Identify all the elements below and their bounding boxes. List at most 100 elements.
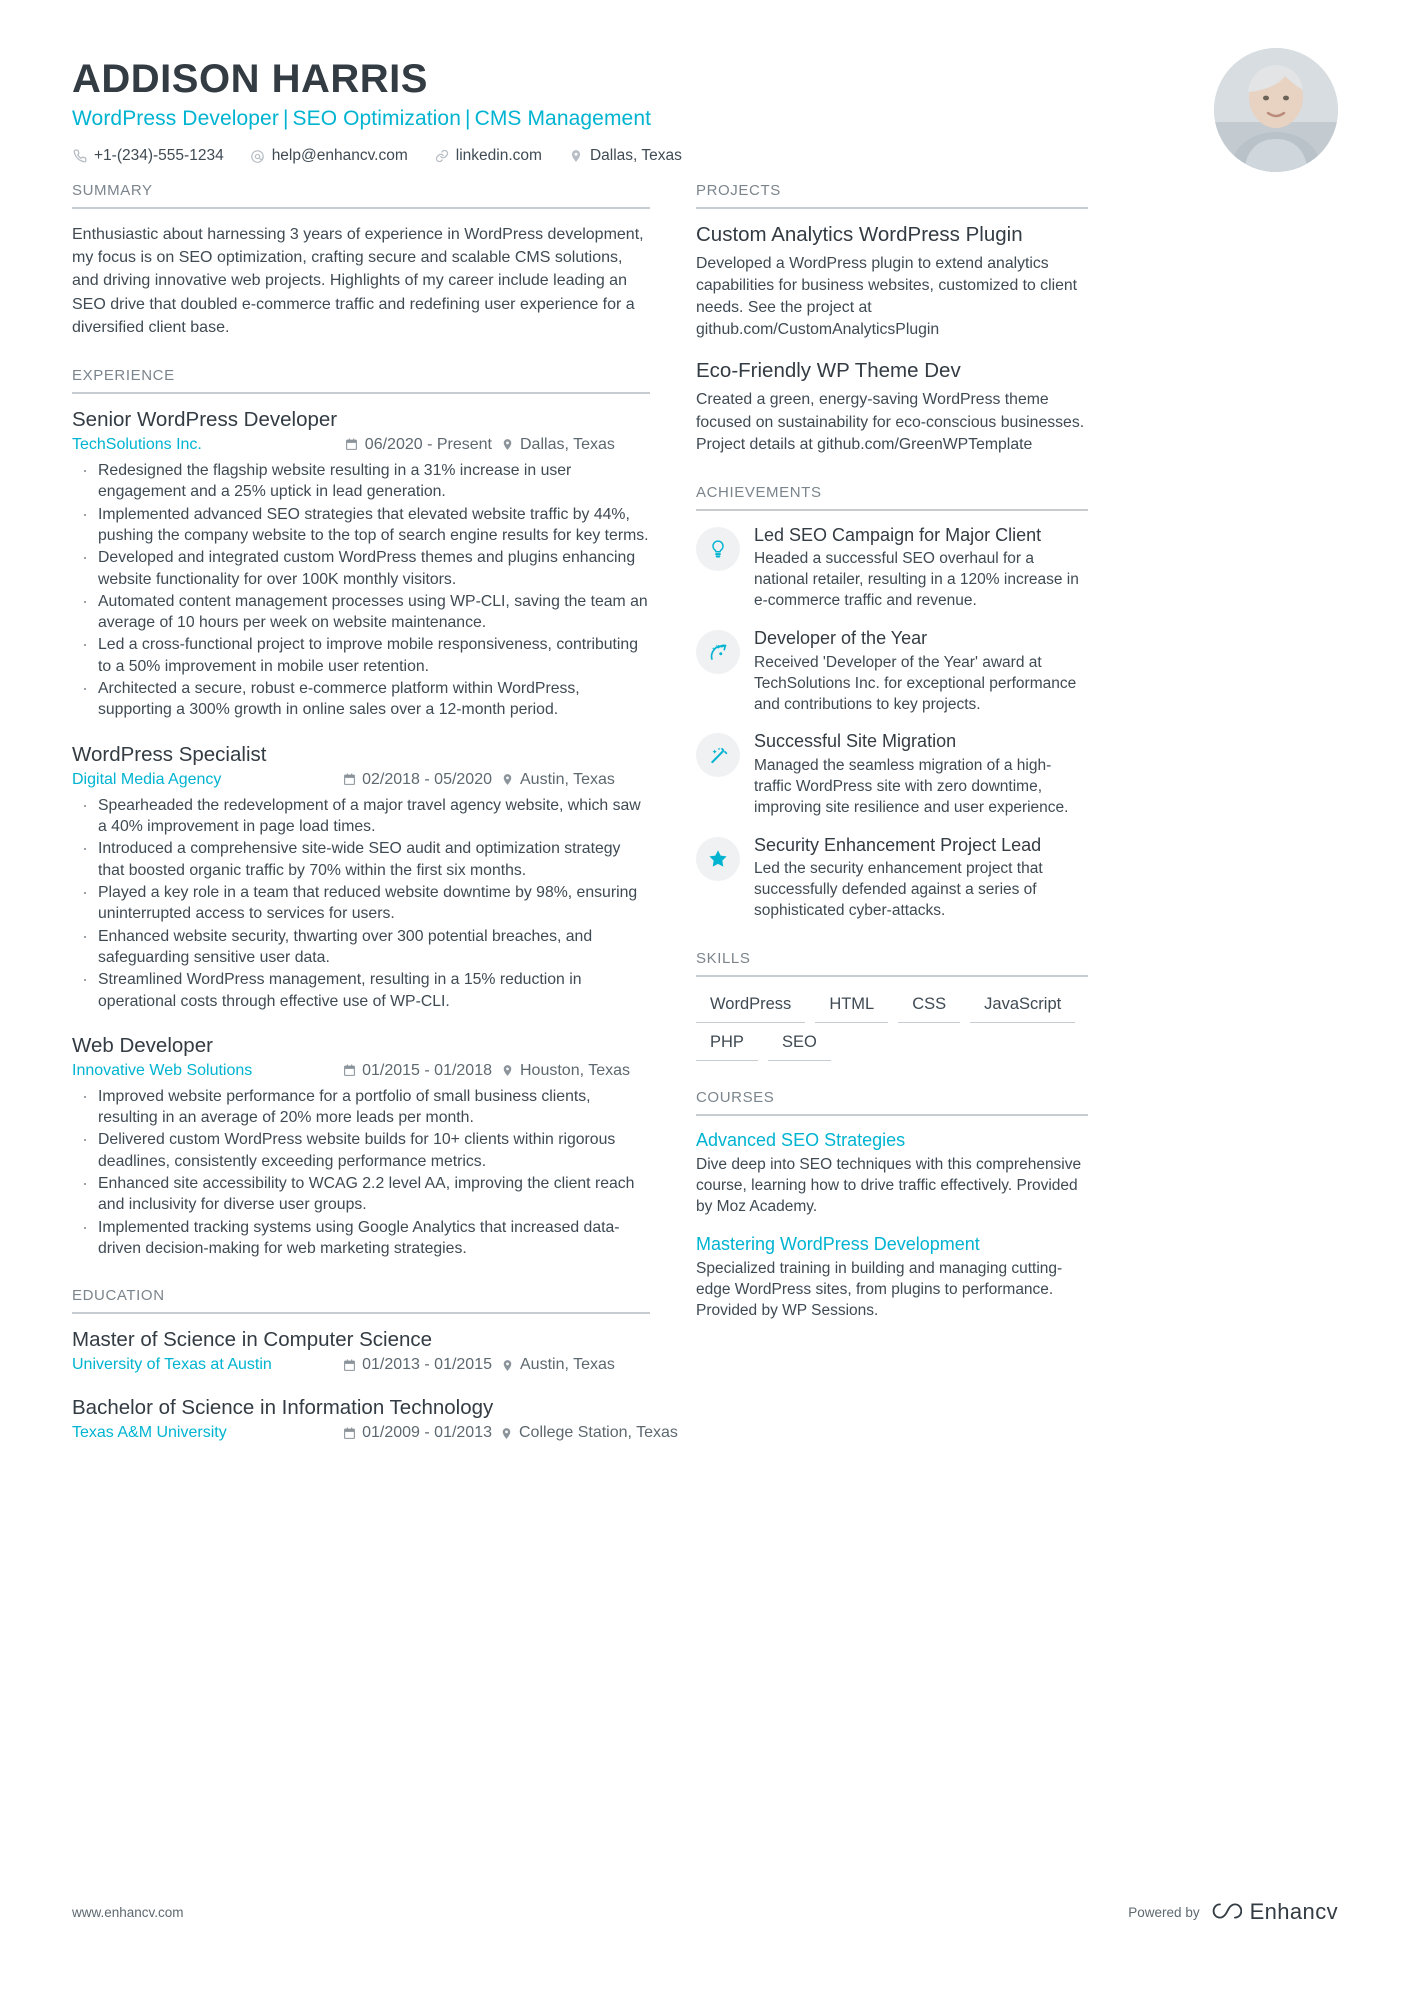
project-name: Eco-Friendly WP Theme Dev: [696, 359, 961, 383]
footer-brand-area: Powered by Enhancv: [1128, 1899, 1338, 1925]
project-item: Custom Analytics WordPress Plugin Develo…: [696, 223, 1088, 341]
education-dates: 01/2013 - 01/2015: [342, 1356, 500, 1374]
section-skills: SKILLS WordPress HTML CSS JavaScript PHP…: [696, 950, 1088, 1062]
contact-location-text: Dallas, Texas: [589, 147, 682, 164]
job-meta: Innovative Web Solutions 01/2015 - 01/20…: [72, 1062, 650, 1080]
email-icon: [250, 148, 266, 164]
skill-tag: SEO: [767, 1029, 831, 1062]
job-meta: TechSolutions Inc. 06/2020 - Present Dal…: [72, 436, 650, 454]
left-column: SUMMARY Enthusiastic about harnessing 3 …: [72, 182, 678, 1470]
job-company[interactable]: TechSolutions Inc.: [72, 436, 202, 454]
contact-row: +1-(234)-555-1234 help@enhancv.com linke…: [72, 147, 1338, 165]
job-dates: 02/2018 - 05/2020: [342, 771, 500, 789]
course-name[interactable]: Advanced SEO Strategies: [696, 1130, 1088, 1151]
degree-title: Master of Science in Computer Science: [72, 1328, 433, 1352]
achievement-item: Led SEO Campaign for Major Client Headed…: [696, 525, 1088, 612]
location-icon: [568, 148, 584, 164]
calendar-icon: [342, 1064, 356, 1078]
bullet-item: Spearheaded the redevelopment of a major…: [72, 793, 650, 838]
job-company[interactable]: Digital Media Agency: [72, 771, 221, 789]
job-bullets: Redesigned the flagship website resultin…: [72, 458, 650, 721]
link-icon: [434, 148, 450, 164]
job-company[interactable]: Innovative Web Solutions: [72, 1062, 252, 1080]
footer-website[interactable]: www.enhancv.com: [72, 1905, 184, 1920]
achievement-item: Security Enhancement Project Lead Led th…: [696, 835, 1088, 922]
achievement-description: Received 'Developer of the Year' award a…: [754, 653, 1077, 713]
bullet-item: Implemented tracking systems using Googl…: [72, 1215, 650, 1260]
skill-tag: PHP: [696, 1029, 758, 1062]
job-location: Dallas, Texas: [500, 436, 650, 454]
job-bullets: Spearheaded the redevelopment of a major…: [72, 793, 650, 1012]
section-courses: COURSES Advanced SEO Strategies Dive dee…: [696, 1089, 1088, 1322]
location-icon: [500, 1064, 514, 1078]
lightbulb-icon: [708, 539, 728, 559]
magic-wand-icon: [708, 745, 729, 766]
education-dates-text: 01/2009 - 01/2013: [362, 1424, 492, 1442]
education-location: College Station, Texas: [500, 1424, 678, 1442]
achievement-badge: [696, 836, 740, 881]
section-projects: PROJECTS Custom Analytics WordPress Plug…: [696, 182, 1088, 456]
job-location-text: Houston, Texas: [520, 1061, 630, 1079]
page-footer: www.enhancv.com Powered by Enhancv: [72, 1899, 1338, 1925]
course-name[interactable]: Mastering WordPress Development: [696, 1234, 1088, 1255]
achievement-badge: [696, 630, 740, 675]
job-location-text: Austin, Texas: [520, 770, 615, 788]
contact-linkedin-text: linkedin.com: [455, 147, 542, 164]
job-role: Senior WordPress Developer: [72, 407, 338, 431]
job-dates-text: 01/2015 - 01/2018: [362, 1061, 492, 1079]
education-dates: 01/2009 - 01/2013: [342, 1424, 500, 1442]
achievement-description: Led the security enhancement project tha…: [754, 860, 1043, 920]
headline-part-1: WordPress Developer: [72, 107, 279, 130]
job-location: Houston, Texas: [500, 1062, 650, 1080]
project-description: Created a green, energy-saving WordPress…: [696, 391, 1085, 453]
location-icon: [500, 1426, 513, 1440]
job-dates-text: 06/2020 - Present: [364, 435, 492, 453]
achievement-badge: [696, 733, 740, 778]
bullet-item: Redesigned the flagship website resultin…: [72, 458, 650, 503]
phone-icon: [72, 148, 88, 164]
section-title-summary: SUMMARY: [72, 182, 650, 209]
course-description: Dive deep into SEO techniques with this …: [696, 1156, 1082, 1216]
section-title-education: EDUCATION: [72, 1287, 650, 1315]
headline-separator: |: [282, 107, 289, 130]
achievement-description: Managed the seamless migration of a high…: [754, 757, 1069, 816]
bullet-item: Architected a secure, robust e-commerce …: [72, 676, 650, 721]
resume-header: ADDISON HARRIS WordPress Developer | SEO O…: [72, 0, 1338, 172]
star-icon: [707, 848, 729, 870]
bullet-item: Played a key role in a team that reduced…: [72, 880, 650, 925]
achievement-title: Successful Site Migration: [754, 731, 957, 752]
school-name[interactable]: Texas A&M University: [72, 1424, 227, 1442]
calendar-icon: [345, 438, 359, 452]
skill-tag: HTML: [815, 991, 889, 1024]
contact-phone-text: +1-(234)-555-1234: [94, 147, 224, 164]
contact-email[interactable]: help@enhancv.com: [250, 147, 408, 165]
enhancv-mark-icon: [1212, 1901, 1242, 1924]
education-entry: Bachelor of Science in Information Techn…: [72, 1396, 678, 1442]
headline-separator: |: [465, 107, 471, 130]
bullet-item: Introduced a comprehensive site-wide SEO…: [72, 836, 650, 881]
rocket-icon: [708, 642, 729, 663]
education-location-text: College Station, Texas: [519, 1424, 678, 1442]
bullet-item: Enhanced website security, thwarting ove…: [72, 924, 650, 969]
headline-part-3: CMS Management: [474, 107, 652, 130]
bullet-item: Automated content management processes u…: [72, 589, 650, 634]
contact-phone[interactable]: +1-(234)-555-1234: [72, 147, 224, 165]
calendar-icon: [342, 773, 356, 787]
section-summary: SUMMARY Enthusiastic about harnessing 3 …: [72, 182, 650, 339]
education-meta: University of Texas at Austin 01/2013 - …: [72, 1356, 650, 1374]
course-item: Mastering WordPress Development Speciali…: [696, 1234, 1088, 1322]
achievement-title: Developer of the Year: [754, 628, 928, 649]
resume-page: ADDISON HARRIS WordPress Developer | SEO O…: [0, 0, 1410, 1995]
education-entry: Master of Science in Computer Science Un…: [72, 1328, 650, 1374]
enhancv-wordmark: Enhancv: [1249, 1899, 1338, 1924]
skill-tag: CSS: [898, 991, 961, 1024]
powered-by-label: Powered by: [1128, 1904, 1200, 1920]
contact-linkedin[interactable]: linkedin.com: [434, 147, 542, 165]
job-meta: Digital Media Agency 02/2018 - 05/2020 A…: [72, 771, 650, 789]
education-location: Austin, Texas: [500, 1356, 650, 1374]
project-name: Custom Analytics WordPress Plugin: [696, 223, 1023, 246]
school-name[interactable]: University of Texas at Austin: [72, 1356, 272, 1374]
job-dates-text: 02/2018 - 05/2020: [362, 770, 492, 788]
project-description: Developed a WordPress plugin to extend a…: [696, 255, 1078, 339]
section-experience: EXPERIENCE Senior WordPress Developer Te…: [72, 367, 650, 1259]
